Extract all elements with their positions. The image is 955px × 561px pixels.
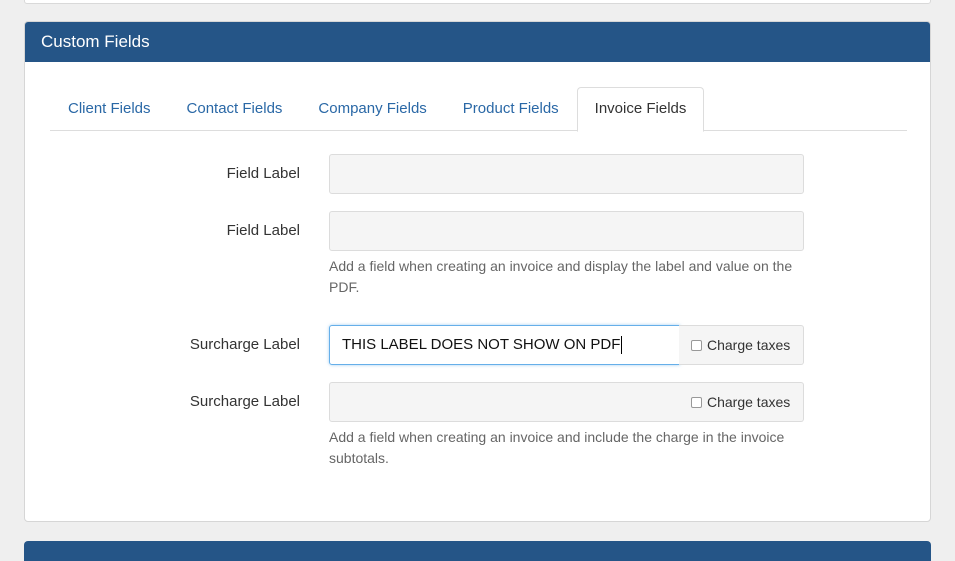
tab-contact-fields[interactable]: Contact Fields <box>169 87 301 131</box>
invoice-field-1-label: Field Label <box>226 165 300 182</box>
surcharge-2-label: Surcharge Label <box>189 393 300 410</box>
panel-title: Custom Fields <box>25 22 930 62</box>
charge-taxes-label: Charge taxes <box>707 394 791 410</box>
custom-fields-panel: Custom Fields Client Fields Contact Fiel… <box>24 21 931 522</box>
surcharge-1-value: THIS LABEL DOES NOT SHOW ON PDF <box>342 336 621 353</box>
invoice-field-2-label: Field Label <box>226 222 300 239</box>
tab-company-fields[interactable]: Company Fields <box>300 87 444 131</box>
surcharge-1-input[interactable]: THIS LABEL DOES NOT SHOW ON PDF <box>329 325 680 365</box>
previous-panel-edge <box>24 0 931 4</box>
surcharge-2-charge-taxes[interactable]: Charge taxes <box>679 382 804 422</box>
custom-fields-tabs: Client Fields Contact Fields Company Fie… <box>50 87 907 132</box>
surcharge-1-charge-taxes[interactable]: Charge taxes <box>679 325 804 365</box>
surcharge-1-label: Surcharge Label <box>189 336 300 353</box>
next-panel-heading-edge <box>24 541 931 561</box>
surcharge-2-input[interactable] <box>329 382 680 422</box>
charge-taxes-checkbox[interactable] <box>691 397 702 408</box>
invoice-field-1-input[interactable] <box>329 154 804 194</box>
tab-client-fields[interactable]: Client Fields <box>50 87 169 131</box>
invoice-field-help-text: Add a field when creating an invoice and… <box>329 258 793 295</box>
charge-taxes-label: Charge taxes <box>707 337 791 353</box>
text-caret <box>621 336 623 355</box>
tab-invoice-fields[interactable]: Invoice Fields <box>576 87 705 132</box>
tab-product-fields[interactable]: Product Fields <box>445 87 577 131</box>
invoice-field-2-input[interactable] <box>329 211 804 251</box>
charge-taxes-checkbox[interactable] <box>691 340 702 351</box>
surcharge-help-text: Add a field when creating an invoice and… <box>329 429 785 466</box>
